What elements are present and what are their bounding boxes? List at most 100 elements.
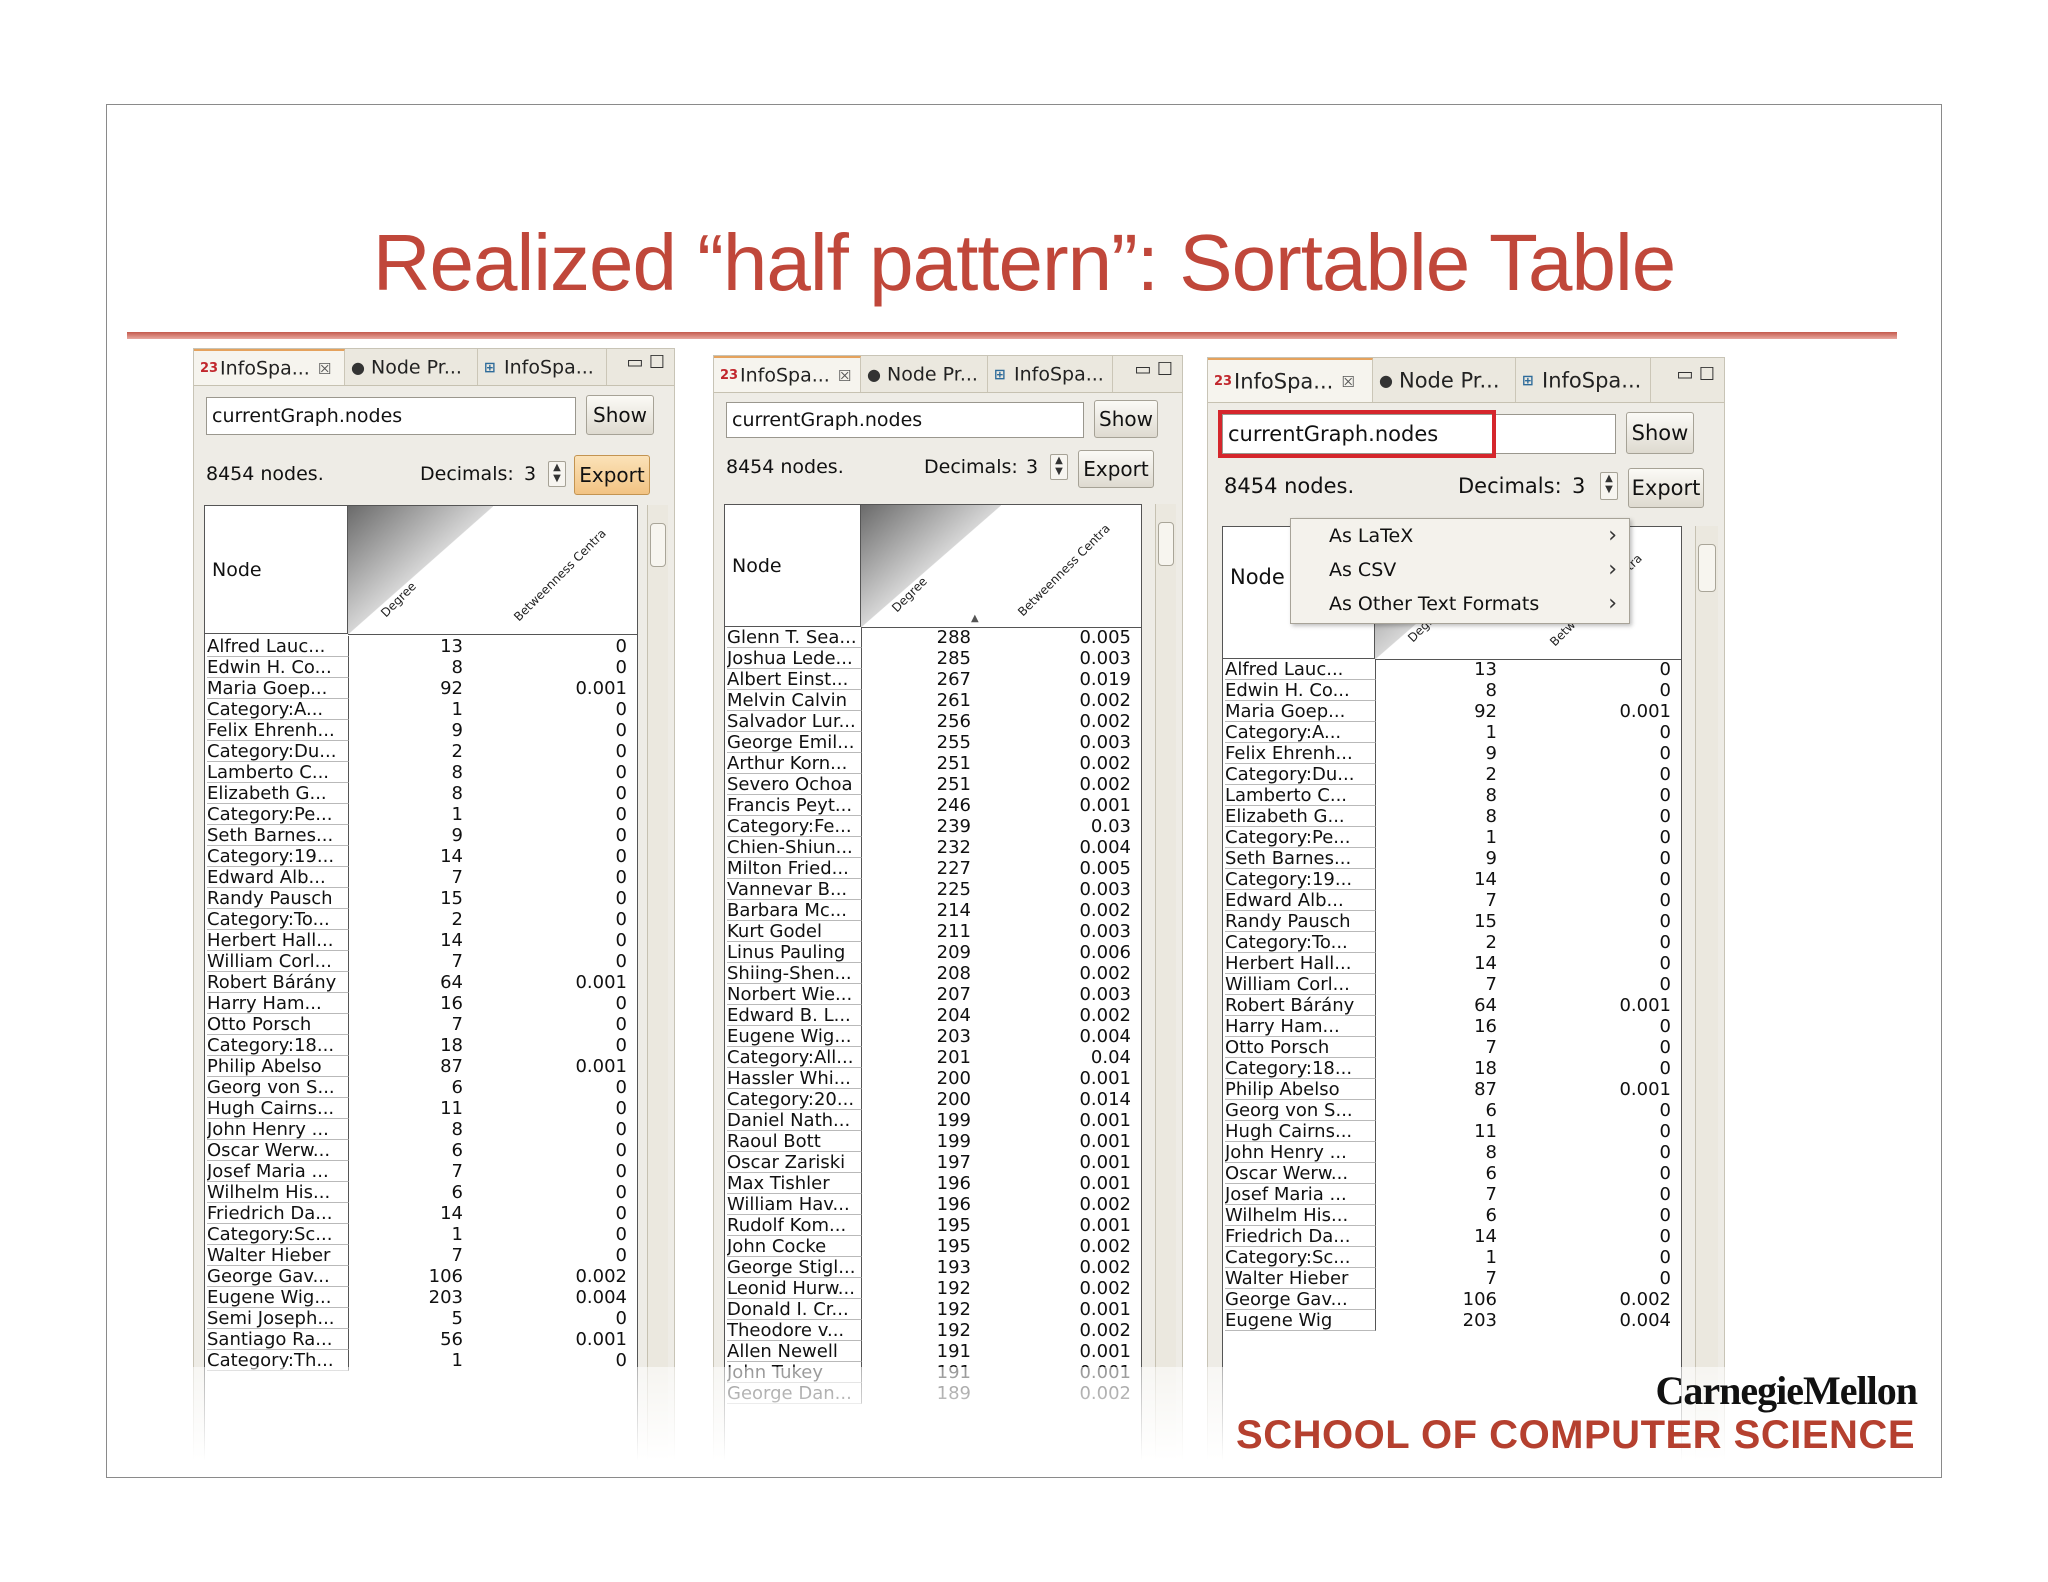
tab-node-properties[interactable]: ● Node Pr... (861, 356, 988, 392)
table-row[interactable]: Harry Ham... 16 0 (1223, 1016, 1681, 1037)
table-row[interactable]: Melvin Calvin 261 0.002 (725, 690, 1141, 711)
table-row[interactable]: Francis Peyt... 246 0.001 (725, 795, 1141, 816)
table-row[interactable]: Raoul Bott 199 0.001 (725, 1131, 1141, 1152)
tab-infospace-active[interactable]: 23InfoSpa...☒ (194, 349, 345, 385)
decimals-stepper[interactable]: ▲ ▼ (548, 461, 566, 487)
table-row[interactable]: Harry Ham... 16 0 (205, 993, 637, 1014)
table-row[interactable]: Category:Du... 2 0 (205, 741, 637, 762)
table-row[interactable]: Santiago Ra... 56 0.001 (205, 1329, 637, 1350)
table-row[interactable]: Lamberto C... 8 0 (1223, 785, 1681, 806)
table-row[interactable]: Hassler Whi... 200 0.001 (725, 1068, 1141, 1089)
table-row[interactable]: Daniel Nath... 199 0.001 (725, 1110, 1141, 1131)
scrollbar-thumb[interactable] (650, 523, 666, 567)
table-row[interactable]: Category:A... 1 0 (205, 699, 637, 720)
table-row[interactable]: Category:18... 18 0 (205, 1035, 637, 1056)
maximize-icon[interactable]: ☐ (646, 352, 668, 373)
show-button[interactable]: Show (1626, 412, 1694, 454)
table-row[interactable]: Randy Pausch 15 0 (1223, 911, 1681, 932)
column-header-betweenness[interactable]: Betweenness Centra (1001, 505, 1141, 628)
table-row[interactable]: Georg von S... 6 0 (205, 1077, 637, 1098)
table-row[interactable]: Felix Ehrenh... 9 0 (205, 720, 637, 741)
table-row[interactable]: Leonid Hurw... 192 0.002 (725, 1278, 1141, 1299)
table-row[interactable]: Category:Sc... 1 0 (205, 1224, 637, 1245)
table-row[interactable]: Allen Newell 191 0.001 (725, 1341, 1141, 1362)
table-row[interactable]: Category:Pe... 1 0 (205, 804, 637, 825)
table-row[interactable]: Linus Pauling 209 0.006 (725, 942, 1141, 963)
tab-infospace-tree[interactable]: ⊞ InfoSpa... (1516, 358, 1651, 402)
table-row[interactable]: William Corl... 7 0 (205, 951, 637, 972)
table-row[interactable]: Kurt Godel 211 0.003 (725, 921, 1141, 942)
tab-infospace-tree[interactable]: ⊞ InfoSpa... (478, 349, 607, 385)
table-row[interactable]: Eugene Wig 203 0.004 (1223, 1310, 1681, 1331)
maximize-icon[interactable]: ☐ (1696, 364, 1718, 385)
table-row[interactable]: Walter Hieber 7 0 (1223, 1268, 1681, 1289)
minimize-icon[interactable]: ▭ (624, 352, 646, 373)
table-row[interactable]: Edward B. L... 204 0.002 (725, 1005, 1141, 1026)
decimals-stepper[interactable]: ▲ ▼ (1600, 472, 1618, 500)
table-row[interactable]: Category:Fe... 239 0.03 (725, 816, 1141, 837)
query-input[interactable]: currentGraph.nodes (726, 402, 1084, 438)
table-row[interactable]: Category:18... 18 0 (1223, 1058, 1681, 1079)
table-row[interactable]: Category:Sc... 1 0 (1223, 1247, 1681, 1268)
export-button[interactable]: Export (1078, 450, 1154, 488)
table-row[interactable]: Edwin H. Co... 8 0 (205, 657, 637, 678)
table-row[interactable]: George Gav... 106 0.002 (1223, 1289, 1681, 1310)
table-row[interactable]: Eugene Wig... 203 0.004 (725, 1026, 1141, 1047)
export-button[interactable]: Export (574, 455, 650, 495)
table-row[interactable]: Alfred Lauc... 13 0 (205, 636, 637, 657)
table-row[interactable]: Herbert Hall... 14 0 (205, 930, 637, 951)
table-row[interactable]: Rudolf Kom... 195 0.001 (725, 1215, 1141, 1236)
table-row[interactable]: Semi Joseph... 5 0 (205, 1308, 637, 1329)
table-row[interactable]: Category:To... 2 0 (205, 909, 637, 930)
table-row[interactable]: Otto Porsch 7 0 (1223, 1037, 1681, 1058)
table-row[interactable]: Barbara Mc... 214 0.002 (725, 900, 1141, 921)
table-row[interactable]: Herbert Hall... 14 0 (1223, 953, 1681, 974)
tab-infospace-active[interactable]: 23InfoSpa...☒ (1208, 358, 1373, 402)
table-row[interactable]: George Stigl... 193 0.002 (725, 1257, 1141, 1278)
table-row[interactable]: William Hav... 196 0.002 (725, 1194, 1141, 1215)
close-tab-icon[interactable]: ☒ (318, 360, 331, 378)
minimize-icon[interactable]: ▭ (1674, 364, 1696, 385)
table-row[interactable]: Albert Einst... 267 0.019 (725, 669, 1141, 690)
column-header-node[interactable]: Node (205, 506, 348, 634)
show-button[interactable]: Show (1094, 400, 1158, 438)
table-row[interactable]: John Henry ... 8 0 (205, 1119, 637, 1140)
table-row[interactable]: Donald I. Cr... 192 0.001 (725, 1299, 1141, 1320)
table-row[interactable]: Vannevar B... 225 0.003 (725, 879, 1141, 900)
table-row[interactable]: Milton Fried... 227 0.005 (725, 858, 1141, 879)
menu-item-other-text-formats[interactable]: As Other Text Formats › (1291, 587, 1629, 621)
table-row[interactable]: Josef Maria ... 7 0 (1223, 1184, 1681, 1205)
table-row[interactable]: Max Tishler 196 0.001 (725, 1173, 1141, 1194)
table-row[interactable]: Wilhelm His... 6 0 (205, 1182, 637, 1203)
vertical-scrollbar[interactable] (1695, 526, 1718, 1477)
table-row[interactable]: Eugene Wig... 203 0.004 (205, 1287, 637, 1308)
table-row[interactable]: Felix Ehrenh... 9 0 (1223, 743, 1681, 764)
table-row[interactable]: Seth Barnes... 9 0 (205, 825, 637, 846)
table-row[interactable]: Category:19... 14 0 (205, 846, 637, 867)
table-row[interactable]: Hugh Cairns... 11 0 (1223, 1121, 1681, 1142)
table-row[interactable]: Oscar Werw... 6 0 (205, 1140, 637, 1161)
tab-infospace-active[interactable]: 23InfoSpa...☒ (714, 356, 861, 392)
table-row[interactable]: Wilhelm His... 6 0 (1223, 1205, 1681, 1226)
table-row[interactable]: Elizabeth G... 8 0 (1223, 806, 1681, 827)
export-button[interactable]: Export (1628, 468, 1704, 508)
table-row[interactable]: Randy Pausch 15 0 (205, 888, 637, 909)
query-input[interactable]: currentGraph.nodes (206, 397, 576, 435)
show-button[interactable]: Show (586, 395, 654, 435)
column-header-degree[interactable]: Degree (348, 506, 493, 635)
table-row[interactable]: Category:Du... 2 0 (1223, 764, 1681, 785)
table-row[interactable]: Glenn T. Sea... 288 0.005 (725, 627, 1141, 648)
tab-node-properties[interactable]: ● Node Pr... (345, 349, 478, 385)
tab-node-properties[interactable]: ● Node Pr... (1373, 358, 1516, 402)
table-row[interactable]: Maria Goep... 92 0.001 (205, 678, 637, 699)
close-tab-icon[interactable]: ☒ (838, 367, 851, 385)
table-row[interactable]: Edwin H. Co... 8 0 (1223, 680, 1681, 701)
table-row[interactable]: Lamberto C... 8 0 (205, 762, 637, 783)
table-row[interactable]: Edward Alb... 7 0 (205, 867, 637, 888)
table-row[interactable]: Elizabeth G... 8 0 (205, 783, 637, 804)
table-row[interactable]: Friedrich Da... 14 0 (205, 1203, 637, 1224)
table-row[interactable]: Seth Barnes... 9 0 (1223, 848, 1681, 869)
decimals-value[interactable]: 3 (1572, 474, 1585, 498)
decimals-value[interactable]: 3 (1026, 456, 1038, 478)
table-row[interactable]: Category:A... 1 0 (1223, 722, 1681, 743)
